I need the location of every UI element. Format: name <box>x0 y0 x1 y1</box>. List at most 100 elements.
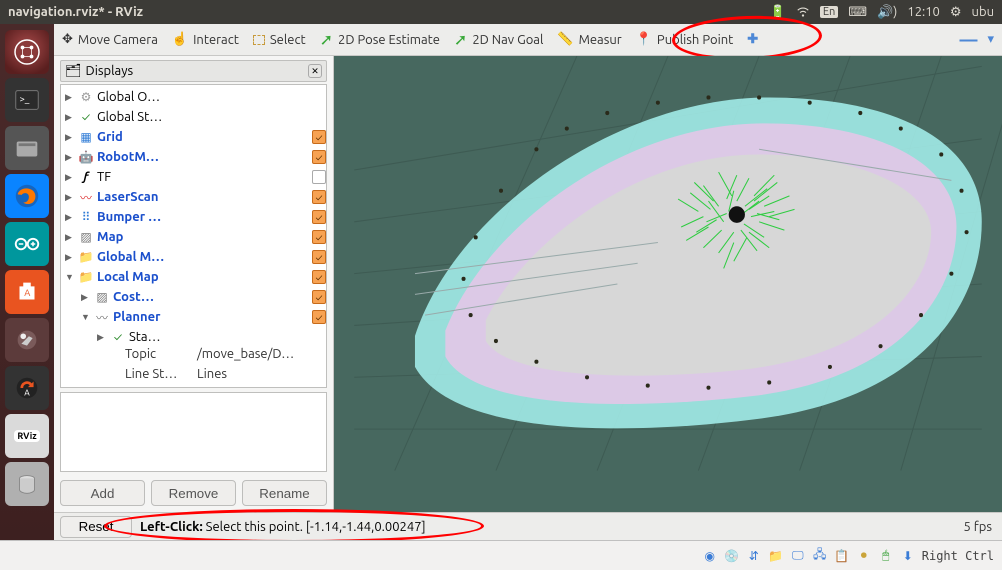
displays-tree[interactable]: ▶⚙Global O…✓ ▶✓Global St…✓ ▶▦Grid✓ ▶🤖Rob… <box>60 84 327 388</box>
toolbar-minimize[interactable]: — <box>959 30 977 50</box>
tool-select[interactable]: Select <box>253 33 306 47</box>
map-icon: ▨ <box>78 229 94 245</box>
item-status[interactable]: Sta… <box>129 330 309 344</box>
clock[interactable]: 12:10 <box>907 5 940 19</box>
vm-usb-icon[interactable]: ⇵ <box>746 548 762 564</box>
vm-shared-icon[interactable]: 📁 <box>768 548 784 564</box>
collapse-icon[interactable]: ▼ <box>65 272 75 282</box>
battery-icon: 🔋 <box>770 5 786 20</box>
checkbox[interactable]: ✓ <box>312 150 326 164</box>
rviz-toolbar: ✥ Move Camera ☝Interact Select ➚ 2D Pose E… <box>54 24 1002 56</box>
item-robot-model[interactable]: RobotM… <box>97 150 309 164</box>
expand-icon[interactable]: ▶ <box>65 232 75 243</box>
expand-icon[interactable]: ▶ <box>65 132 75 143</box>
item-bumper[interactable]: Bumper … <box>97 210 309 224</box>
interact-label: Interact <box>193 33 239 47</box>
expand-icon[interactable]: ▶ <box>65 152 75 163</box>
launcher-trash[interactable] <box>5 462 49 506</box>
checkbox[interactable]: ✓ <box>312 310 326 324</box>
pose-estimate-icon: ➚ <box>320 30 333 49</box>
vm-mouse-icon[interactable]: 🖱 <box>878 548 894 564</box>
item-costmap[interactable]: Cost… <box>113 290 309 304</box>
launcher-terminal[interactable]: >_ <box>5 78 49 122</box>
select-label: Select <box>270 33 306 47</box>
expand-icon[interactable]: ▶ <box>65 192 75 203</box>
costmap-icon: ▨ <box>94 289 110 305</box>
prop-topic-value[interactable]: /move_base/D… <box>197 347 326 367</box>
plus-icon: ✚ <box>747 32 758 47</box>
checkbox[interactable]: ✓ <box>312 210 326 224</box>
collapse-icon[interactable]: ▼ <box>81 312 91 322</box>
vm-host-key: Right Ctrl <box>922 549 994 563</box>
item-laserscan[interactable]: LaserScan <box>97 190 309 204</box>
tool-move-camera[interactable]: ✥ Move Camera <box>62 32 158 47</box>
add-button[interactable]: Add <box>60 480 145 506</box>
item-local-map[interactable]: Local Map <box>97 270 309 284</box>
tool-2d-nav-goal[interactable]: ➚2D Nav Goal <box>454 30 543 49</box>
user-name[interactable]: ubu <box>972 5 994 19</box>
item-tf[interactable]: TF <box>97 170 309 184</box>
tool-publish-point[interactable]: 📍Publish Point <box>636 32 734 47</box>
tool-interact[interactable]: ☝Interact <box>172 32 239 47</box>
expand-icon[interactable]: ▶ <box>81 292 91 303</box>
vm-cd-icon[interactable]: 💿 <box>724 548 740 564</box>
item-global-status[interactable]: Global St… <box>97 110 309 124</box>
displays-close[interactable]: ✕ <box>308 64 322 78</box>
item-grid[interactable]: Grid <box>97 130 309 144</box>
displays-title: Displays <box>86 64 134 78</box>
vm-record-icon[interactable]: ⏺ <box>856 548 872 564</box>
remove-button[interactable]: Remove <box>151 480 236 506</box>
reset-button[interactable]: Reset <box>60 516 132 538</box>
launcher-updater[interactable]: A <box>5 366 49 410</box>
launcher-rviz[interactable]: RViz <box>5 414 49 458</box>
launcher-arduino[interactable] <box>5 222 49 266</box>
checkbox[interactable]: ✓ <box>312 270 326 284</box>
launcher-firefox[interactable] <box>5 174 49 218</box>
checkbox[interactable]: ✓ <box>312 290 326 304</box>
tool-add[interactable]: ✚ <box>747 32 758 47</box>
session-icon[interactable]: ⚙ <box>950 5 962 20</box>
system-tray: 🔋 En ⌨ 🔊) 12:10 ⚙ ubu <box>770 5 994 20</box>
checkbox[interactable]: ✓ <box>312 170 326 184</box>
language-indicator[interactable]: En <box>820 6 838 18</box>
displays-header[interactable]: 🗂 Displays ✕ <box>60 60 327 82</box>
volume-icon[interactable]: 🔊) <box>877 5 897 20</box>
prop-linestyle-value[interactable]: Lines <box>197 367 326 387</box>
vm-clipboard-icon[interactable]: 📋 <box>834 548 850 564</box>
tool-measure[interactable]: 📏Measur <box>557 32 621 47</box>
unity-launcher: >_ A A RViz <box>0 24 54 540</box>
vm-disk-icon[interactable]: ◉ <box>702 548 718 564</box>
expand-icon[interactable]: ▶ <box>65 112 75 123</box>
launcher-software[interactable]: A <box>5 270 49 314</box>
planner-icon: 〰 <box>94 309 110 325</box>
checkbox[interactable]: ✓ <box>312 250 326 264</box>
tool-2d-pose-estimate[interactable]: ➚ 2D Pose Estimate <box>320 30 440 49</box>
expand-icon[interactable]: ▶ <box>97 332 107 343</box>
svg-text:A: A <box>24 287 30 298</box>
expand-icon[interactable]: ▶ <box>65 212 75 223</box>
toolbar-expand[interactable]: ▾ <box>987 32 994 47</box>
item-planner[interactable]: Planner <box>113 310 309 324</box>
checkbox[interactable]: ✓ <box>312 130 326 144</box>
rviz-3d-view[interactable] <box>334 56 1002 512</box>
move-camera-label: Move Camera <box>78 33 158 47</box>
expand-icon[interactable]: ▶ <box>65 252 75 263</box>
move-camera-icon: ✥ <box>62 32 73 47</box>
displays-panel: 🗂 Displays ✕ ▶⚙Global O…✓ ▶✓Global St…✓ … <box>54 56 334 512</box>
vm-network-icon[interactable]: 🖧 <box>812 548 828 564</box>
item-global-map[interactable]: Global M… <box>97 250 309 264</box>
pose-estimate-label: 2D Pose Estimate <box>338 33 440 47</box>
vm-capture-icon[interactable]: ⬇ <box>900 548 916 564</box>
expand-icon[interactable]: ▶ <box>65 92 75 103</box>
prop-color-value[interactable]: 0; 12; 255 <box>197 387 326 388</box>
vm-display-icon[interactable]: 🖵 <box>790 548 806 564</box>
item-global-options[interactable]: Global O… <box>97 90 309 104</box>
launcher-dash[interactable] <box>5 30 49 74</box>
item-map[interactable]: Map <box>97 230 309 244</box>
checkbox[interactable]: ✓ <box>312 230 326 244</box>
expand-icon[interactable]: ▶ <box>65 172 75 183</box>
launcher-files[interactable] <box>5 126 49 170</box>
rename-button[interactable]: Rename <box>242 480 327 506</box>
launcher-settings[interactable] <box>5 318 49 362</box>
checkbox[interactable]: ✓ <box>312 190 326 204</box>
